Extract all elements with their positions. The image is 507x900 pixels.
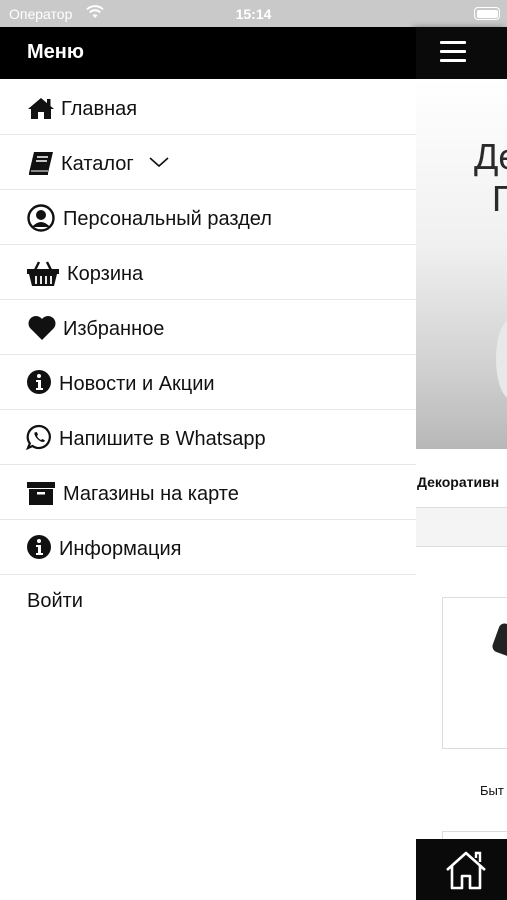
- menu-item-label: Персональный раздел: [63, 208, 272, 230]
- user-icon: [27, 204, 55, 232]
- book-icon: [29, 152, 53, 175]
- battery-icon: [474, 7, 500, 20]
- archive-icon: [27, 482, 55, 505]
- hamburger-menu-icon[interactable]: [440, 41, 466, 63]
- banner-decoration: [496, 319, 507, 399]
- banner-caption: Декоративн: [416, 471, 507, 495]
- menu-item-label: Напишите в Whatsapp: [59, 428, 266, 450]
- menu-item-news[interactable]: Новости и Акции: [0, 355, 416, 410]
- menu-item-information[interactable]: Информация: [0, 520, 416, 575]
- product-image: [490, 621, 507, 661]
- filter-strip: [416, 507, 507, 547]
- login-link[interactable]: Войти: [27, 590, 83, 613]
- menu-header: Меню: [0, 27, 416, 79]
- menu-item-label: Информация: [59, 538, 182, 560]
- menu-item-catalog[interactable]: Каталог: [0, 135, 416, 190]
- home-tab-icon[interactable]: [444, 849, 488, 891]
- menu-item-label: Каталог: [61, 153, 134, 175]
- whatsapp-icon: [26, 424, 51, 451]
- product-card-label: Быт: [480, 783, 504, 798]
- side-menu: Меню Главная Каталог Персональный раздел…: [0, 27, 416, 900]
- menu-title: Меню: [27, 41, 84, 63]
- menu-item-favorites[interactable]: Избранное: [0, 300, 416, 355]
- main-app-behind[interactable]: Де П Декоративн Быт: [416, 27, 507, 900]
- clock: 15:14: [235, 6, 272, 22]
- menu-item-personal[interactable]: Персональный раздел: [0, 190, 416, 245]
- heart-icon: [28, 316, 56, 340]
- menu-item-cart[interactable]: Корзина: [0, 245, 416, 300]
- menu-item-whatsapp[interactable]: Напишите в Whatsapp: [0, 410, 416, 465]
- info-icon: [27, 370, 51, 394]
- info-icon: [27, 535, 51, 559]
- home-icon: [28, 98, 54, 119]
- bottom-tab-bar: [416, 839, 507, 900]
- menu-item-stores-map[interactable]: Магазины на карте: [0, 465, 416, 520]
- menu-item-label: Новости и Акции: [59, 373, 215, 395]
- promo-banner[interactable]: Де П: [416, 79, 507, 449]
- menu-item-label: Магазины на карте: [63, 483, 239, 505]
- screen: Оператор 15:14 Де П Декоративн Быт: [0, 0, 507, 900]
- banner-title-line1: Де: [474, 136, 507, 177]
- main-header: [416, 27, 507, 79]
- product-card[interactable]: [442, 597, 507, 749]
- menu-item-label: Главная: [61, 98, 138, 120]
- banner-title-line2: П: [492, 178, 507, 219]
- status-bar: Оператор 15:14: [0, 0, 507, 27]
- menu-item-label: Корзина: [67, 263, 144, 285]
- menu-item-home[interactable]: Главная: [0, 80, 416, 135]
- menu-item-label: Избранное: [63, 318, 165, 340]
- basket-icon: [27, 261, 59, 286]
- chevron-down-icon[interactable]: [148, 155, 170, 169]
